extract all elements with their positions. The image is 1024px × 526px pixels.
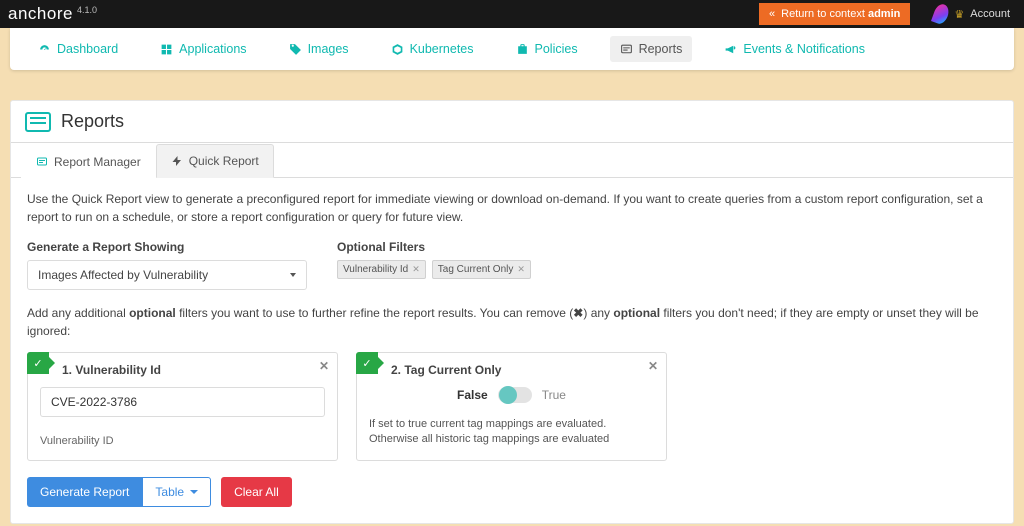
action-row: Generate Report Table Clear All: [27, 477, 997, 507]
generate-report-button[interactable]: Generate Report: [27, 477, 142, 507]
vulnerability-id-input[interactable]: [40, 387, 325, 417]
report-type-select[interactable]: Images Affected by Vulnerability: [27, 260, 307, 290]
briefcase-icon: [516, 43, 529, 56]
generate-group: Generate Report Table: [27, 477, 211, 507]
check-icon: ✓: [356, 352, 378, 374]
kubernetes-icon: [391, 43, 404, 56]
close-icon: ✕: [517, 264, 525, 275]
report-tabs: Report Manager Quick Report: [11, 142, 1013, 178]
filter-chips: Vulnerability Id ✕ Tag Current Only ✕: [337, 260, 997, 279]
optional-filters-label: Optional Filters: [337, 240, 997, 254]
brand-version: 4.1.0: [77, 5, 97, 15]
manager-icon: [36, 156, 48, 168]
toggle-false-label: False: [457, 388, 488, 402]
account-label: Account: [970, 8, 1010, 20]
remove-filter-button[interactable]: ✕: [319, 359, 329, 373]
chevron-down-icon: [190, 490, 198, 494]
report-header-icon: [25, 112, 51, 132]
quick-icon: [171, 155, 183, 167]
filter-card-vulnerability-id: ✓ ✕ 1. Vulnerability Id Vulnerability ID: [27, 352, 338, 461]
toggle-true-label: True: [542, 388, 566, 402]
gauge-icon: [38, 43, 51, 56]
account-swoosh-icon: [931, 2, 951, 26]
nav-applications[interactable]: Applications: [150, 36, 256, 62]
check-icon: ✓: [27, 352, 49, 374]
clear-all-button[interactable]: Clear All: [221, 477, 292, 507]
nav-reports[interactable]: Reports: [610, 36, 693, 62]
report-type-value: Images Affected by Vulnerability: [38, 268, 208, 282]
bullhorn-icon: [724, 43, 737, 56]
filter-card-tag-current-only: ✓ ✕ 2. Tag Current Only False True If se…: [356, 352, 667, 461]
return-to-context-button[interactable]: « Return to context admin: [759, 3, 910, 25]
chevron-down-icon: [290, 273, 296, 277]
account-menu[interactable]: ♛ Account: [928, 0, 1016, 29]
return-target: admin: [868, 8, 900, 20]
tags-icon: [289, 43, 302, 56]
quick-report-body: Use the Quick Report view to generate a …: [11, 178, 1013, 523]
filter-description: If set to true current tag mappings are …: [369, 417, 654, 448]
output-mode-dropdown[interactable]: Table: [142, 477, 211, 507]
filter-title: 2. Tag Current Only: [391, 363, 654, 377]
quick-report-description: Use the Quick Report view to generate a …: [27, 190, 997, 226]
nav-events[interactable]: Events & Notifications: [714, 36, 875, 62]
page-title: Reports: [61, 111, 124, 132]
close-icon: ✖: [573, 306, 583, 320]
nav-policies[interactable]: Policies: [506, 36, 588, 62]
close-icon: ✕: [412, 264, 420, 275]
filter-title: 1. Vulnerability Id: [62, 363, 325, 377]
generate-label: Generate a Report Showing: [27, 240, 307, 254]
card-header: Reports: [11, 101, 1013, 142]
chip-tag-current-only[interactable]: Tag Current Only ✕: [432, 260, 531, 279]
reports-card: Reports Report Manager Quick Report Use …: [10, 100, 1014, 524]
brand: anchore 4.1.0: [8, 4, 97, 24]
chip-vulnerability-id[interactable]: Vulnerability Id ✕: [337, 260, 426, 279]
report-icon: [620, 43, 633, 56]
toggle-knob: [499, 386, 517, 404]
primary-nav: Dashboard Applications Images Kubernetes…: [10, 28, 1014, 70]
brand-name: anchore: [8, 4, 73, 24]
nav-dashboard[interactable]: Dashboard: [28, 36, 128, 62]
tab-quick-report[interactable]: Quick Report: [156, 144, 274, 178]
nav-images[interactable]: Images: [279, 36, 359, 62]
nav-kubernetes[interactable]: Kubernetes: [381, 36, 484, 62]
toggle-row: False True: [369, 387, 654, 403]
return-prefix: Return to context: [781, 8, 868, 20]
tag-current-toggle[interactable]: [498, 387, 532, 403]
filter-hint: Add any additional optional filters you …: [27, 304, 997, 340]
grid-icon: [160, 43, 173, 56]
filter-cards: ✓ ✕ 1. Vulnerability Id Vulnerability ID…: [27, 352, 997, 461]
crown-icon: ♛: [954, 8, 964, 21]
remove-filter-button[interactable]: ✕: [648, 359, 658, 373]
double-chevron-left-icon: «: [769, 8, 775, 20]
field-caption: Vulnerability ID: [40, 435, 325, 447]
topbar: anchore 4.1.0 « Return to context admin …: [0, 0, 1024, 28]
tab-report-manager[interactable]: Report Manager: [21, 144, 156, 178]
